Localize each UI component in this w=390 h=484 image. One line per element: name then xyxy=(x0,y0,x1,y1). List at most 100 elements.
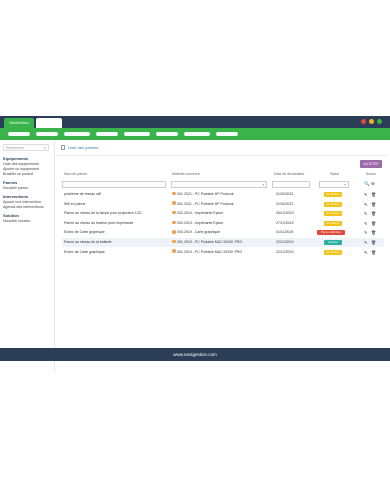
chevron-down-icon: ▾ xyxy=(44,146,46,150)
cell-date: 22/12/2019 xyxy=(276,240,294,244)
material-icon xyxy=(172,249,176,253)
delete-icon[interactable]: 🗑 xyxy=(371,200,376,209)
app-tab[interactable]: NextGestion xyxy=(4,118,34,128)
chevron-down-icon: ▾ xyxy=(262,183,264,187)
edit-icon[interactable]: ✎ xyxy=(364,219,367,228)
cell-material[interactable]: 002-2019 - Imprimante Epson xyxy=(172,209,223,218)
add-button[interactable]: AJOUTER xyxy=(360,160,382,168)
cell-material[interactable]: 001-2019 - PC Portable MAC BOOK PRO xyxy=(172,238,242,247)
sidebar-item-brasiller-produit[interactable]: Brasiller un produit xyxy=(3,172,33,176)
status-badge: Réparé xyxy=(324,240,342,245)
cell-material[interactable]: 002-2019 - Imprimante Epson xyxy=(172,219,223,228)
material-label: 001-2019 - PC Portable MAC BOOK PRO xyxy=(177,240,243,244)
sidebar-section-pannes: Pannes xyxy=(3,180,18,185)
cell-panne-name: Echec de Carte graphique xyxy=(64,230,105,235)
edit-icon[interactable]: ✎ xyxy=(364,190,367,199)
application-window: NextGestion Rechercher ▾ Equipements Lis… xyxy=(0,116,390,372)
material-label: 001-2021 - PC Portable HP Probook xyxy=(177,201,234,206)
delete-icon[interactable]: 🗑 xyxy=(371,190,376,199)
minimize-window-button[interactable] xyxy=(369,119,374,124)
cell-panne-name: problème de réseau wifi xyxy=(64,192,102,196)
search-input[interactable]: Rechercher ▾ xyxy=(3,144,49,151)
table-row[interactable]: Panne au niveau de la batterie 001-2019 -… xyxy=(62,238,384,247)
filter-date-input[interactable] xyxy=(272,181,310,188)
delete-icon[interactable]: 🗑 xyxy=(371,238,376,247)
material-label: 001-2019 - PC Portable MAC BOOK PRO xyxy=(177,249,243,254)
nav-item[interactable] xyxy=(8,132,30,136)
nav-item[interactable] xyxy=(36,132,58,136)
sidebar-item-liste-equipements[interactable]: Liste des équipements xyxy=(3,162,39,166)
sidebar-item-nouvelle-solution[interactable]: Nouvelle solution xyxy=(3,219,30,223)
new-tab[interactable] xyxy=(36,118,62,128)
cell-material[interactable]: 003-2019 - Carte graphique xyxy=(172,228,220,237)
main-content: Liste des pannes AJOUTER Nom de panne Ma… xyxy=(58,140,388,372)
delete-icon[interactable]: 🗑 xyxy=(371,248,376,257)
table-row[interactable]: problème de réseau wifi 001-2021 - PC Por… xyxy=(62,190,384,199)
edit-icon[interactable]: ✎ xyxy=(364,209,367,218)
sidebar-section-solution: Solution xyxy=(3,213,19,218)
nav-item[interactable] xyxy=(64,132,90,136)
column-header-date[interactable]: Date de déclaration xyxy=(274,172,304,176)
sidebar-item-ajouter-intervention[interactable]: Ajouter une intervention xyxy=(3,200,41,204)
status-badge: En attente xyxy=(324,249,342,255)
cell-date: 01/02/2021 xyxy=(276,192,294,196)
close-window-button[interactable] xyxy=(361,119,366,124)
breadcrumb: Liste des pannes xyxy=(61,145,98,150)
maximize-window-button[interactable] xyxy=(377,119,382,124)
status-badge: En attente xyxy=(324,211,342,217)
filter-search-icon[interactable]: 🔍 xyxy=(364,180,370,188)
document-icon xyxy=(61,145,65,150)
edit-icon[interactable]: ✎ xyxy=(364,228,367,237)
cell-panne-name: Panne au niveau de la lampe pour project… xyxy=(64,211,142,216)
sidebar-item-agenda-interventions[interactable]: Agenda des interventions xyxy=(3,205,44,209)
nav-item[interactable] xyxy=(124,132,150,136)
delete-icon[interactable]: 🗑 xyxy=(371,209,376,218)
column-header-nom[interactable]: Nom de panne xyxy=(64,172,87,176)
table-row[interactable]: Wifi en panne 001-2021 - PC Portable HP P… xyxy=(62,200,384,209)
delete-icon[interactable]: 🗑 xyxy=(371,228,376,237)
table-row[interactable]: Echec de Carte graphique 003-2019 - Carte… xyxy=(62,228,384,237)
material-icon xyxy=(172,230,176,234)
sidebar-item-ajouter-equipement[interactable]: Ajouter un équipement xyxy=(3,167,39,171)
material-label: 002-2019 - Imprimante Epson xyxy=(177,211,224,216)
edit-icon[interactable]: ✎ xyxy=(364,200,367,209)
cell-material[interactable]: 001-2019 - PC Portable MAC BOOK PRO xyxy=(172,248,242,257)
filter-name-input[interactable] xyxy=(62,181,166,188)
sidebar-item-nouvelle-panne[interactable]: Nouvelle panne xyxy=(3,186,28,190)
delete-icon[interactable]: 🗑 xyxy=(371,219,376,228)
breadcrumb-label[interactable]: Liste des pannes xyxy=(68,145,98,150)
material-icon xyxy=(172,191,176,196)
sidebar-section-interventions: Interventions xyxy=(3,194,29,199)
status-badge: En attente xyxy=(324,201,342,207)
table-row[interactable]: Panne au niveau du tradeur pour impriman… xyxy=(62,219,384,228)
cell-date: 01/02/2021 xyxy=(276,201,294,206)
material-label: 001-2021 - PC Portable HP Probook xyxy=(177,192,234,196)
cell-date: 27/12/2019 xyxy=(276,220,294,225)
column-header-action[interactable]: Action xyxy=(366,172,376,176)
divider xyxy=(58,155,388,156)
filter-material-select[interactable]: ▾ xyxy=(171,181,267,188)
filter-status-select[interactable]: ▾ xyxy=(319,181,349,188)
column-header-materiel[interactable]: Matériel concerné xyxy=(172,172,200,176)
footer: www.nextgestion.com xyxy=(0,348,390,361)
table-row[interactable]: Panne au niveau de la lampe pour project… xyxy=(62,209,384,218)
nav-item[interactable] xyxy=(184,132,210,136)
material-label: 003-2019 - Carte graphique xyxy=(177,230,221,235)
cell-material[interactable]: 001-2021 - PC Portable HP Probook xyxy=(172,200,234,209)
edit-icon[interactable]: ✎ xyxy=(364,238,367,247)
status-badge: Panne définitive xyxy=(317,230,345,236)
status-badge: En attente xyxy=(324,192,342,197)
window-controls xyxy=(361,119,382,124)
nav-item[interactable] xyxy=(96,132,118,136)
cell-panne-name: Wifi en panne xyxy=(64,201,86,206)
table-row[interactable]: Echec de Carte graphique 001-2019 - PC Po… xyxy=(62,248,384,257)
cell-date: 01/11/2019 xyxy=(276,230,294,235)
material-icon xyxy=(172,210,176,215)
column-header-statut[interactable]: Statut xyxy=(330,172,339,176)
nav-item[interactable] xyxy=(156,132,178,136)
nav-item[interactable] xyxy=(216,132,238,136)
cell-material[interactable]: 001-2021 - PC Portable HP Probook xyxy=(172,190,234,199)
filter-zoom-icon[interactable]: ⊖ xyxy=(371,180,375,188)
sidebar-section-equipements: Equipements xyxy=(3,156,29,161)
edit-icon[interactable]: ✎ xyxy=(364,248,367,257)
